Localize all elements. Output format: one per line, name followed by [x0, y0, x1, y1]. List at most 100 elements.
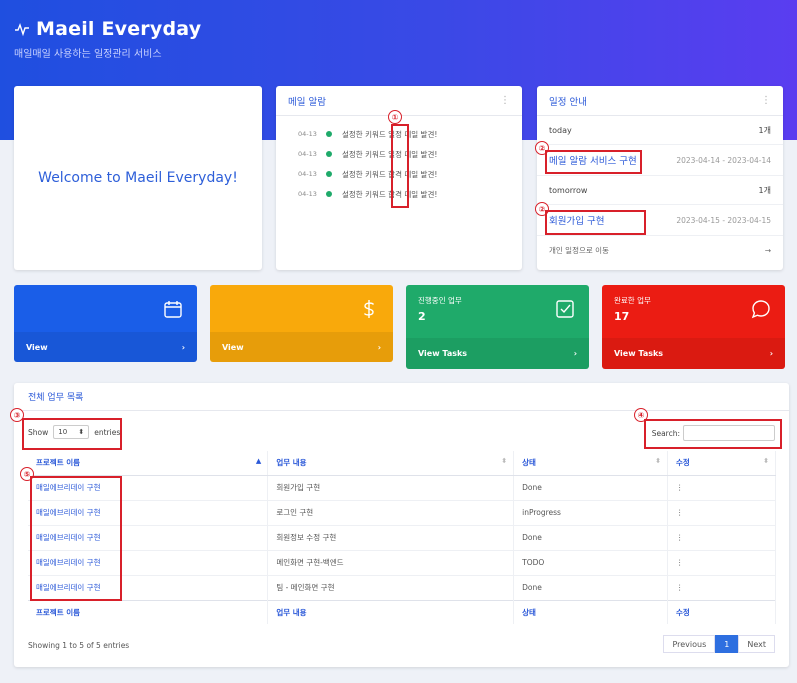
pulse-icon — [15, 22, 29, 37]
personal-schedule-label: 개인 일정으로 이동 — [549, 245, 609, 255]
schedule-header: 일정 안내 ⋮ — [537, 86, 783, 116]
tomorrow-row: tomorrow 1개 — [537, 176, 783, 205]
chevron-right-icon: › — [377, 342, 381, 352]
tile-completed: 완료한 업무 17 View Tasks › — [602, 285, 785, 369]
brand[interactable]: Maeil Everyday — [14, 18, 201, 40]
table-row: 매일에브리데이 구현 팀 - 메인화면 구현 Done ⋮ — [28, 574, 776, 600]
list-item[interactable]: 04-13 설정한 키워드 합격 메일 발견! — [298, 184, 522, 204]
column-label: 프로젝트 이름 — [36, 458, 81, 468]
next-button[interactable]: Next — [738, 635, 775, 653]
dollar-icon — [363, 300, 375, 318]
edit-menu-icon[interactable]: ⋮ — [667, 524, 776, 550]
column-label: 수정 — [676, 458, 690, 468]
alarm-text: 설정한 키워드 합격 메일 발견! — [342, 169, 437, 180]
tile-view-link[interactable]: View Tasks › — [406, 338, 589, 369]
welcome-card: Welcome to Maeil Everyday! — [14, 86, 262, 270]
pagination: Previous 1 Next — [663, 635, 775, 653]
chevron-right-icon: › — [769, 349, 773, 358]
table-footer-row: 프로젝트 이름 업무 내용 상태 수정 — [28, 599, 776, 624]
annotation-badge-1: ① — [388, 110, 402, 124]
table-row: 매일에브리데이 구현 메인화면 구현-백엔드 TODO ⋮ — [28, 549, 776, 575]
task-cell: 회원정보 수정 구현 — [267, 524, 515, 550]
column-header-status[interactable]: 상태 ⬍ — [513, 451, 669, 476]
table-row: 매일에브리데이 구현 로그인 구현 inProgress ⋮ — [28, 499, 776, 525]
tile-view-link[interactable]: View › — [210, 332, 393, 362]
table-info: Showing 1 to 5 of 5 entries — [28, 641, 130, 650]
status-dot-icon — [326, 131, 332, 137]
alarm-text: 설정한 키워드 일정 메일 발견! — [342, 149, 437, 160]
status-dot-icon — [326, 151, 332, 157]
alarm-text-before: 설정한 키워드 — [342, 189, 389, 199]
column-label: 상태 — [522, 458, 536, 468]
tile-top — [210, 285, 393, 332]
edit-menu-icon[interactable]: ⋮ — [667, 574, 776, 600]
status-dot-icon — [326, 191, 332, 197]
today-row: today 1개 — [537, 116, 783, 145]
column-label: 업무 내용 — [276, 458, 307, 468]
status-cell: inProgress — [513, 499, 669, 525]
schedule-title: 일정 안내 — [549, 96, 587, 108]
annotation-box-5 — [30, 476, 122, 601]
app-title: Maeil Everyday — [36, 18, 202, 40]
alarm-text-before: 설정한 키워드 — [342, 149, 389, 159]
alarm-date: 04-13 — [298, 150, 317, 158]
more-icon[interactable]: ⋮ — [761, 95, 771, 106]
sort-icon: ⬍ — [501, 457, 508, 466]
alarm-text-before: 설정한 키워드 — [342, 129, 389, 139]
edit-menu-icon[interactable]: ⋮ — [667, 474, 776, 500]
page-1-button[interactable]: 1 — [715, 635, 739, 653]
chevron-right-icon: › — [573, 349, 577, 358]
footer-label-task: 업무 내용 — [267, 599, 515, 624]
footer-label-project: 프로젝트 이름 — [28, 599, 269, 624]
calendar-icon — [164, 301, 182, 318]
mail-alarm-title: 메일 알람 — [288, 96, 326, 108]
table-header-row: 프로젝트 이름 ▲ 업무 내용 ⬍ 상태 ⬍ 수정 ⬍ — [28, 451, 776, 476]
tile-view-link[interactable]: View › — [14, 332, 197, 362]
previous-button[interactable]: Previous — [663, 635, 716, 653]
schedule-item-date: 2023-04-15 - 2023-04-15 — [676, 215, 771, 225]
tile-count: 2 — [418, 310, 426, 323]
task-cell: 메인화면 구현-백엔드 — [267, 549, 515, 575]
chat-icon — [751, 300, 770, 319]
annotation-box-2a — [545, 150, 642, 174]
edit-menu-icon[interactable]: ⋮ — [667, 499, 776, 525]
today-label: today — [549, 125, 572, 135]
welcome-text: Welcome to Maeil Everyday! — [38, 170, 238, 186]
tile-view-label: View Tasks — [418, 349, 468, 358]
task-cell: 회원가입 구현 — [267, 474, 515, 500]
sort-asc-icon: ▲ — [255, 457, 262, 466]
tomorrow-count: 1개 — [758, 185, 771, 195]
alarm-text-before: 설정한 키워드 — [342, 169, 389, 179]
tile-top: 진행중인 업무 2 — [406, 285, 589, 338]
tile-view-link[interactable]: View Tasks › — [602, 338, 785, 369]
list-item[interactable]: 04-13 설정한 키워드 합격 메일 발견! — [298, 164, 522, 184]
footer-label-edit: 수정 — [667, 599, 776, 624]
more-icon[interactable]: ⋮ — [500, 95, 510, 106]
arrow-right-icon: → — [764, 245, 771, 255]
schedule-item-date: 2023-04-14 - 2023-04-14 — [676, 155, 771, 165]
edit-menu-icon[interactable]: ⋮ — [667, 549, 776, 575]
app-subtitle: 매일매일 사용하는 일정관리 서비스 — [14, 49, 162, 60]
column-header-task[interactable]: 업무 내용 ⬍ — [267, 451, 515, 476]
status-cell: Done — [513, 524, 669, 550]
checkbox-icon — [556, 300, 574, 318]
tile-dollar: View › — [210, 285, 393, 362]
alarm-date: 04-13 — [298, 130, 317, 138]
column-header-project[interactable]: 프로젝트 이름 ▲ — [28, 451, 269, 476]
alarm-text: 설정한 키워드 일정 메일 발견! — [342, 129, 437, 140]
tile-in-progress: 진행중인 업무 2 View Tasks › — [406, 285, 589, 369]
task-cell: 팀 - 메인화면 구현 — [267, 574, 515, 600]
personal-schedule-link[interactable]: 개인 일정으로 이동 → — [537, 236, 783, 264]
tile-label: 진행중인 업무 — [418, 296, 462, 305]
annotation-box-4 — [644, 419, 782, 449]
tile-label: 완료한 업무 — [614, 296, 651, 305]
task-table: 프로젝트 이름 ▲ 업무 내용 ⬍ 상태 ⬍ 수정 ⬍ 매일에브리데이 구현 회원가입 … — [28, 451, 776, 624]
column-header-edit[interactable]: 수정 ⬍ — [667, 451, 776, 476]
task-table-title: 전체 업무 목록 — [14, 383, 789, 411]
alarm-text: 설정한 키워드 합격 메일 발견! — [342, 189, 437, 200]
sort-icon: ⬍ — [763, 457, 769, 466]
table-row: 매일에브리데이 구현 회원가입 구현 Done ⋮ — [28, 474, 776, 500]
tile-view-label: View Tasks — [614, 349, 664, 358]
list-item[interactable]: 04-13 설정한 키워드 일정 메일 발견! — [298, 124, 522, 144]
list-item[interactable]: 04-13 설정한 키워드 일정 메일 발견! — [298, 144, 522, 164]
